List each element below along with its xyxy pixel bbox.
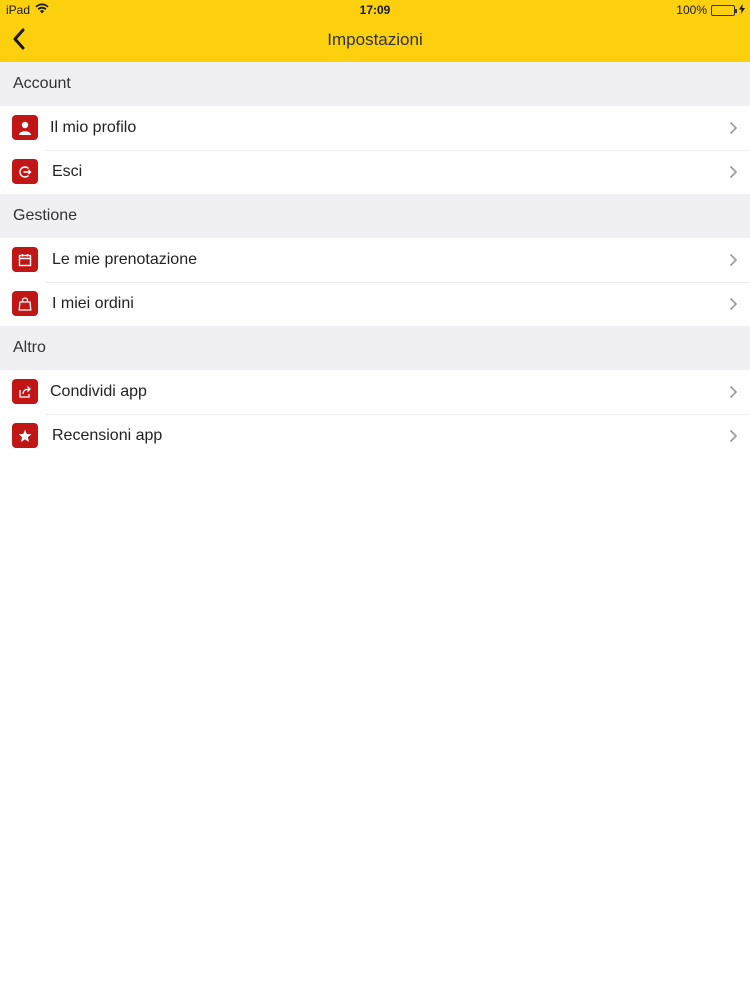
calendar-icon [12, 247, 38, 272]
row-il-mio-profilo[interactable]: Il mio profilo [0, 106, 750, 150]
chevron-right-icon [729, 385, 738, 399]
charging-icon [739, 3, 745, 17]
chevron-right-icon [729, 121, 738, 135]
user-icon [12, 115, 38, 140]
section-header-account: Account [0, 62, 750, 106]
settings-list: Account Il mio profilo Esci Gestione Le … [0, 62, 750, 458]
navigation-bar: Impostazioni [0, 20, 750, 62]
row-label: Condividi app [50, 383, 147, 400]
page-title: Impostazioni [327, 30, 423, 49]
row-recensioni-app[interactable]: Recensioni app [0, 414, 750, 458]
section-header-gestione: Gestione [0, 194, 750, 238]
status-right: 100% [676, 3, 745, 17]
row-i-miei-ordini[interactable]: I miei ordini [0, 282, 750, 326]
row-label: Il mio profilo [50, 119, 137, 136]
row-label: I miei ordini [52, 295, 134, 312]
row-esci[interactable]: Esci [0, 150, 750, 194]
row-condividi-app[interactable]: Condividi app [0, 370, 750, 414]
chevron-right-icon [729, 429, 738, 443]
chevron-right-icon [729, 165, 738, 179]
battery-percent: 100% [676, 3, 707, 17]
battery-icon [711, 4, 737, 16]
row-le-mie-prenotazione[interactable]: Le mie prenotazione [0, 238, 750, 282]
status-bar: iPad 17:09 100% [0, 0, 750, 20]
logout-icon [12, 159, 38, 184]
bag-icon [12, 291, 38, 316]
chevron-right-icon [729, 297, 738, 311]
row-label: Esci [52, 163, 83, 180]
status-time: 17:09 [359, 3, 391, 17]
row-label: Le mie prenotazione [52, 251, 197, 268]
chevron-right-icon [729, 253, 738, 267]
section-header-altro: Altro [0, 326, 750, 370]
top-bar: iPad 17:09 100% Impostazioni [0, 0, 750, 62]
row-label: Recensioni app [52, 427, 163, 444]
star-icon [12, 423, 38, 448]
share-icon [12, 379, 38, 404]
